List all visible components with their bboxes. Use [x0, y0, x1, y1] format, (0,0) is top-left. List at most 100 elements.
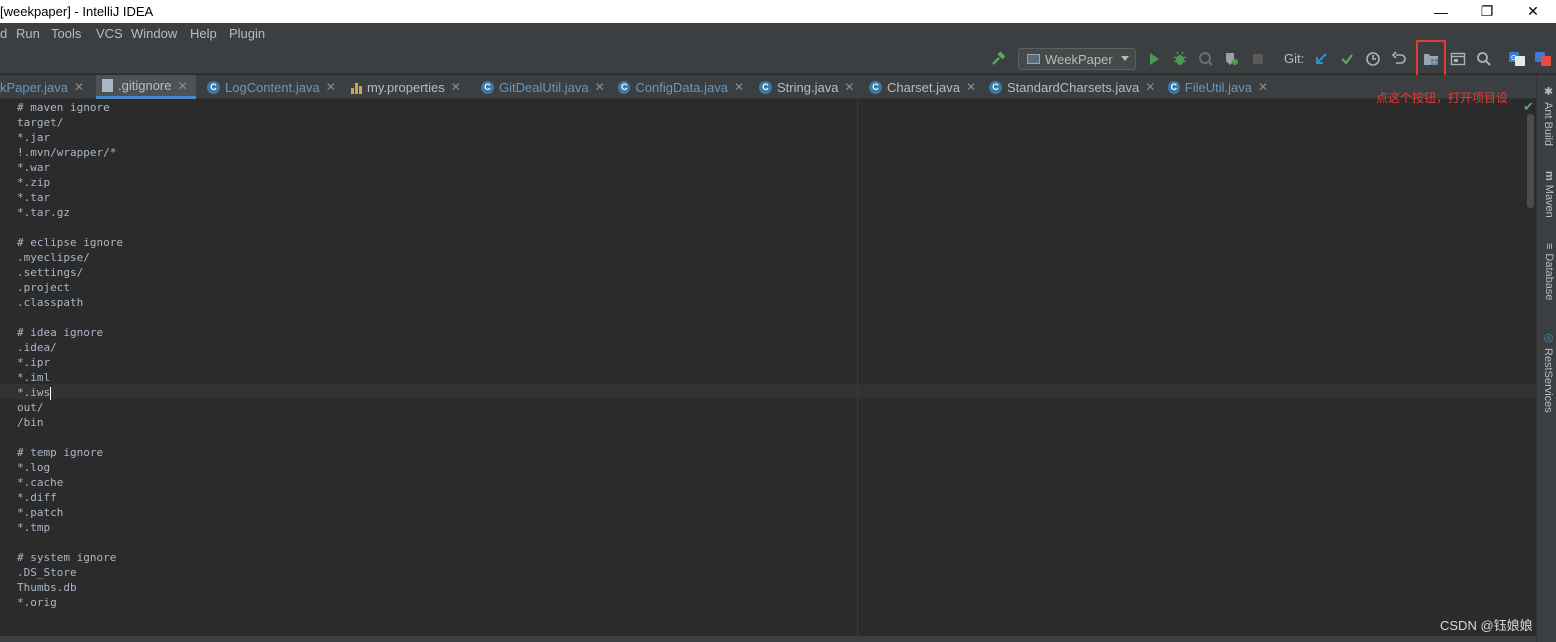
minimize-button[interactable]: —: [1418, 0, 1464, 23]
code-line[interactable]: *.orig: [17, 595, 123, 610]
search-icon[interactable]: [1475, 50, 1493, 68]
tool-database[interactable]: ≡ Database: [1539, 243, 1555, 301]
code-line[interactable]: Thumbs.db: [17, 580, 123, 595]
run-icon[interactable]: [1145, 50, 1163, 68]
tab-my-properties[interactable]: my.properties ✕: [351, 75, 469, 99]
code-line[interactable]: [17, 220, 123, 235]
code-line[interactable]: [17, 430, 123, 445]
ant-icon: ✱: [1542, 85, 1554, 98]
tab-charset-java[interactable]: C Charset.java ✕: [869, 75, 979, 99]
code-line[interactable]: target/: [17, 115, 123, 130]
code-line[interactable]: .DS_Store: [17, 565, 123, 580]
close-icon[interactable]: ✕: [74, 80, 84, 94]
code-line[interactable]: *.iml: [17, 370, 123, 385]
code-line[interactable]: *.patch: [17, 505, 123, 520]
restore-button[interactable]: ❐: [1464, 0, 1510, 23]
code-line[interactable]: /bin: [17, 415, 123, 430]
close-icon[interactable]: ✕: [326, 80, 336, 94]
file-icon: [102, 79, 113, 92]
code-line[interactable]: # temp ignore: [17, 445, 123, 460]
close-icon[interactable]: ✕: [1258, 80, 1268, 94]
code-line[interactable]: .classpath: [17, 295, 123, 310]
tab-gitdealutil-java[interactable]: C GitDealUtil.java ✕: [481, 75, 605, 99]
history-icon[interactable]: [1364, 50, 1382, 68]
tab-weekpaper-java[interactable]: kPaper.java ✕: [0, 75, 90, 99]
code-line[interactable]: *.iws: [17, 385, 123, 400]
code-line[interactable]: # eclipse ignore: [17, 235, 123, 250]
code-line[interactable]: *.tmp: [17, 520, 123, 535]
code-line[interactable]: *.cache: [17, 475, 123, 490]
window-layout-icon[interactable]: [1449, 50, 1467, 68]
code-line[interactable]: .settings/: [17, 265, 123, 280]
git-commit-icon[interactable]: [1338, 50, 1356, 68]
code-line[interactable]: [17, 310, 123, 325]
code-line[interactable]: *.jar: [17, 130, 123, 145]
tab-logcontent-java[interactable]: C LogContent.java ✕: [207, 75, 337, 99]
stop-icon[interactable]: [1249, 50, 1267, 68]
close-icon[interactable]: ✕: [734, 80, 744, 94]
tool-maven[interactable]: m Maven: [1539, 171, 1555, 218]
tab-label: kPaper.java: [0, 79, 68, 95]
profile-icon[interactable]: [1222, 50, 1240, 68]
code-line[interactable]: .idea/: [17, 340, 123, 355]
code-line[interactable]: *.tar.gz: [17, 205, 123, 220]
run-configuration-select[interactable]: WeekPaper: [1018, 48, 1136, 70]
code-line[interactable]: *.diff: [17, 490, 123, 505]
plugin-translate-icon[interactable]: [1534, 50, 1552, 68]
tool-restservices[interactable]: ◎ RestServices: [1539, 331, 1555, 413]
build-hammer-icon[interactable]: [989, 50, 1007, 68]
class-icon: C: [869, 80, 882, 94]
translate-icon[interactable]: G: [1508, 50, 1526, 68]
code-line[interactable]: # maven ignore: [17, 100, 123, 115]
close-window-button[interactable]: ✕: [1510, 0, 1556, 23]
menu-plugin[interactable]: Plugin: [229, 26, 265, 41]
menu-help[interactable]: Help: [190, 26, 217, 41]
tab-gitignore[interactable]: .gitignore ✕: [96, 75, 196, 99]
git-label: Git:: [1284, 51, 1305, 66]
tool-ant-build[interactable]: ✱ Ant Build: [1539, 85, 1555, 146]
tab-configdata-java[interactable]: C ConfigData.java ✕: [618, 75, 744, 99]
menu-vcs[interactable]: VCS: [96, 26, 123, 41]
code-line[interactable]: *.log: [17, 460, 123, 475]
code-line[interactable]: .myeclipse/: [17, 250, 123, 265]
caret-row-highlight: [0, 384, 1536, 399]
code-line[interactable]: *.war: [17, 160, 123, 175]
code-line[interactable]: *.zip: [17, 175, 123, 190]
git-update-icon[interactable]: [1312, 50, 1330, 68]
config-icon: [1027, 54, 1040, 64]
close-icon[interactable]: ✕: [177, 79, 187, 93]
menu-run[interactable]: Run: [16, 26, 40, 41]
code-line[interactable]: # system ignore: [17, 550, 123, 565]
code-line[interactable]: !.mvn/wrapper/*: [17, 145, 123, 160]
menu-tools[interactable]: Tools: [51, 26, 81, 41]
code-line[interactable]: *.ipr: [17, 355, 123, 370]
code-editor[interactable]: # maven ignore target/*.jar !.mvn/wrapper/…: [0, 99, 1536, 636]
tab-label: FileUtil.java: [1184, 79, 1252, 95]
rollback-icon[interactable]: [1390, 50, 1408, 68]
code-line[interactable]: out/: [17, 400, 123, 415]
menu-window[interactable]: Window: [131, 26, 177, 41]
tab-fileutil-java[interactable]: C FileUtil.java ✕: [1168, 75, 1268, 99]
tab-string-java[interactable]: C String.java ✕: [759, 75, 859, 99]
close-icon[interactable]: ✕: [451, 80, 461, 94]
close-icon[interactable]: ✕: [844, 80, 854, 94]
editor-scrollbar[interactable]: [1527, 114, 1534, 208]
tab-label: LogContent.java: [225, 79, 320, 95]
class-icon: C: [481, 80, 494, 94]
debug-icon[interactable]: [1171, 50, 1189, 68]
code-line[interactable]: *.tar: [17, 190, 123, 205]
code-line[interactable]: # idea ignore: [17, 325, 123, 340]
menu-build[interactable]: d: [0, 26, 7, 41]
close-icon[interactable]: ✕: [966, 80, 976, 94]
tool-label: RestServices: [1542, 348, 1554, 413]
class-icon: C: [618, 80, 631, 94]
code-content[interactable]: # maven ignore target/*.jar !.mvn/wrapper/…: [17, 100, 123, 610]
close-icon[interactable]: ✕: [595, 80, 605, 94]
tool-label: Maven: [1543, 184, 1555, 218]
svg-text:G: G: [1511, 54, 1516, 62]
code-line[interactable]: .project: [17, 280, 123, 295]
tab-standardcharsets-java[interactable]: C StandardCharsets.java ✕: [989, 75, 1159, 99]
coverage-icon[interactable]: [1197, 50, 1215, 68]
code-line[interactable]: [17, 535, 123, 550]
close-icon[interactable]: ✕: [1145, 80, 1155, 94]
